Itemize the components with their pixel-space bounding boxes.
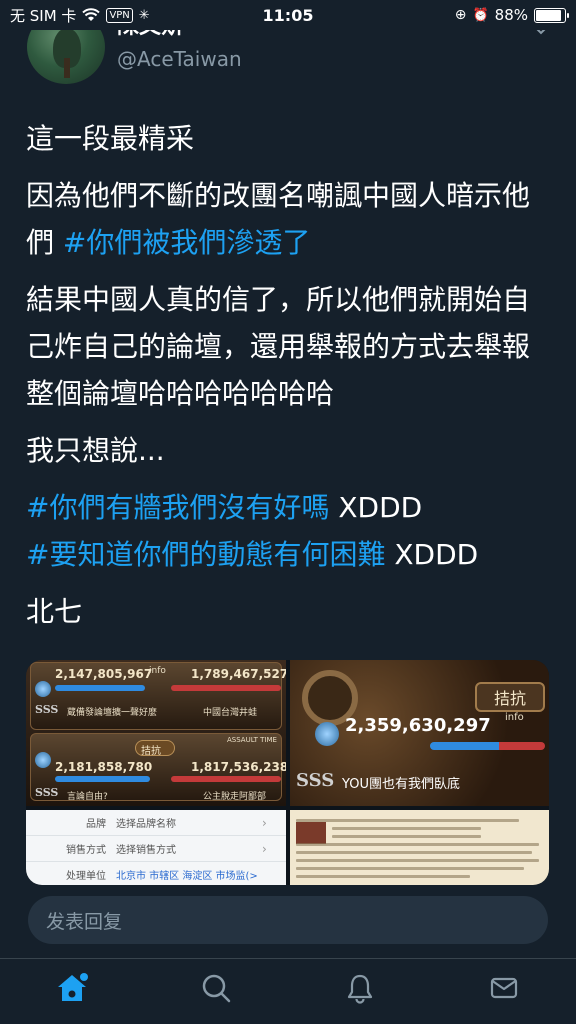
search-icon [202, 974, 231, 1002]
info-label: info [149, 666, 166, 676]
score-left: 2,147,805,967 [55, 667, 153, 681]
nav-search[interactable] [186, 963, 246, 1013]
bar-blue [55, 776, 150, 782]
assault-tag: ASSAULT TIME [227, 736, 277, 744]
hashtag-link[interactable]: #你們有牆我們沒有好嗎 [26, 491, 329, 524]
tweet-paragraph: #要知道你們的動態有何困難 XDDD [26, 531, 556, 578]
score-left: 2,181,858,780 [55, 760, 153, 774]
score-right: 1,789,467,527 [191, 667, 286, 681]
tweet-suffix: XDDD [385, 538, 479, 571]
title-label: 拮抗 [141, 746, 161, 757]
rank-label: SSS [296, 770, 335, 791]
text-line [296, 851, 532, 854]
bell-icon [347, 974, 373, 1004]
score-right: 1,817,536,238 [191, 760, 286, 774]
tweet-paragraph: 結果中國人真的信了，所以他們就開始自己炸自己的論壇，還用舉報的方式去舉報整個論壇… [26, 283, 531, 410]
text-line [296, 859, 540, 862]
media-image-2[interactable]: 拮抗 info 2,359,630,297 SSS YOU團也有我們臥底 [290, 660, 549, 806]
chevron-right-icon: › [262, 841, 267, 856]
nav-home[interactable] [42, 963, 102, 1013]
form-label: 处理单位 [66, 871, 106, 882]
text-line [296, 843, 540, 846]
status-bar: 无 SIM 卡 VPN ✳ 11:05 ⊕ ⏰ 88% [0, 0, 576, 30]
orb-icon [35, 752, 51, 768]
team-name-right: 中國台灣井蛙 [203, 708, 258, 718]
bar-red [171, 776, 281, 782]
hashtag-link[interactable]: #要知道你們的動態有何困難 [26, 538, 385, 571]
bar-blue [55, 685, 145, 691]
bar-red [171, 685, 281, 691]
form-value: 选择销售方式 [116, 845, 176, 856]
team-name-right: 公主脫走阿鄙部 [203, 792, 267, 802]
media-image-1[interactable]: 2,147,805,967 1,789,467,527 info 蔵備發論壇擴一… [26, 660, 286, 806]
tweet-paragraph: 北七 [26, 595, 83, 628]
loading-icon: ✳ [138, 7, 150, 23]
text-line [296, 867, 525, 870]
text-line [332, 827, 481, 830]
info-label: info [505, 712, 524, 723]
media-image-4[interactable] [290, 810, 549, 885]
notification-dot [80, 972, 88, 981]
form-row: 处理单位 北京市 市辖区 海淀区 市场监(> [26, 862, 286, 885]
form-value: 选择品牌名称 [116, 819, 176, 830]
avatar-trunk [64, 58, 70, 78]
nav-messages[interactable] [474, 963, 534, 1013]
carrier-label: 无 SIM 卡 [10, 6, 77, 25]
user-handle[interactable]: @AceTaiwan [117, 47, 242, 71]
team-caption: YOU團也有我們臥底 [342, 777, 460, 792]
battery-icon [534, 7, 569, 23]
tweet-paragraph: 我只想說... [26, 434, 165, 467]
tweet-text: 這一段最精采 因為他們不斷的改團名嘲諷中國人暗示他們 #你們被我們滲透了 結果中… [26, 115, 556, 635]
media-image-3[interactable]: 品牌 选择品牌名称 › 销售方式 选择销售方式 › 处理单位 北京市 市辖区 海… [26, 810, 286, 885]
rank-label: SSS [35, 786, 59, 799]
text-line [296, 819, 520, 822]
orientation-lock-icon: ⊕ [454, 7, 467, 23]
team-name-left: 言論自由? [67, 792, 108, 802]
form-row: 销售方式 选择销售方式 › [26, 836, 286, 862]
game-battle-row: 2,147,805,967 1,789,467,527 info 蔵備發論壇擴一… [30, 662, 286, 730]
tweet-paragraph: 因為他們不斷的改團名嘲諷中國人暗示他們 #你們被我們滲透了 [26, 172, 556, 266]
title-badge: 拮抗 [475, 682, 545, 712]
mail-icon [490, 977, 518, 998]
form-value: 北京市 市辖区 海淀区 市场监(> [116, 871, 258, 882]
bottom-nav [0, 958, 576, 1024]
text-line [296, 875, 470, 878]
vpn-badge: VPN [106, 7, 133, 23]
alarm-icon: ⏰ [472, 7, 489, 23]
chevron-right-icon: › [262, 815, 267, 830]
form-label: 销售方式 [66, 845, 106, 856]
hashtag-link[interactable]: #你們被我們滲透了 [63, 226, 310, 259]
battery-percent: 88% [494, 6, 528, 24]
tweet-paragraph: #你們有牆我們沒有好嗎 XDDD [26, 484, 556, 531]
tweet-paragraph: 這一段最精采 [26, 122, 195, 155]
reply-input[interactable]: 发表回复 [28, 896, 548, 944]
orb-icon [315, 722, 339, 746]
text-line [332, 835, 481, 838]
status-left: 无 SIM 卡 VPN ✳ [10, 5, 150, 26]
media-grid: 2,147,805,967 1,789,467,527 info 蔵備發論壇擴一… [26, 660, 549, 885]
team-name-left: 蔵備發論壇擴一聲好麼 [67, 708, 158, 718]
status-right: ⊕ ⏰ 88% [454, 6, 569, 24]
game-battle-row: 拮抗 ASSAULT TIME 2,181,858,780 1,817,536,… [30, 733, 286, 802]
nav-notifications[interactable] [330, 963, 390, 1013]
score: 2,359,630,297 [345, 715, 491, 736]
document-text [296, 814, 544, 883]
form-label: 品牌 [86, 819, 106, 830]
progress-bar [430, 742, 545, 750]
wifi-icon [82, 8, 101, 21]
form-row: 品牌 选择品牌名称 › [26, 810, 286, 836]
tweet-suffix: XDDD [329, 491, 423, 524]
battery-fill [536, 9, 561, 21]
orb-icon [35, 681, 51, 697]
rank-label: SSS [35, 703, 59, 716]
